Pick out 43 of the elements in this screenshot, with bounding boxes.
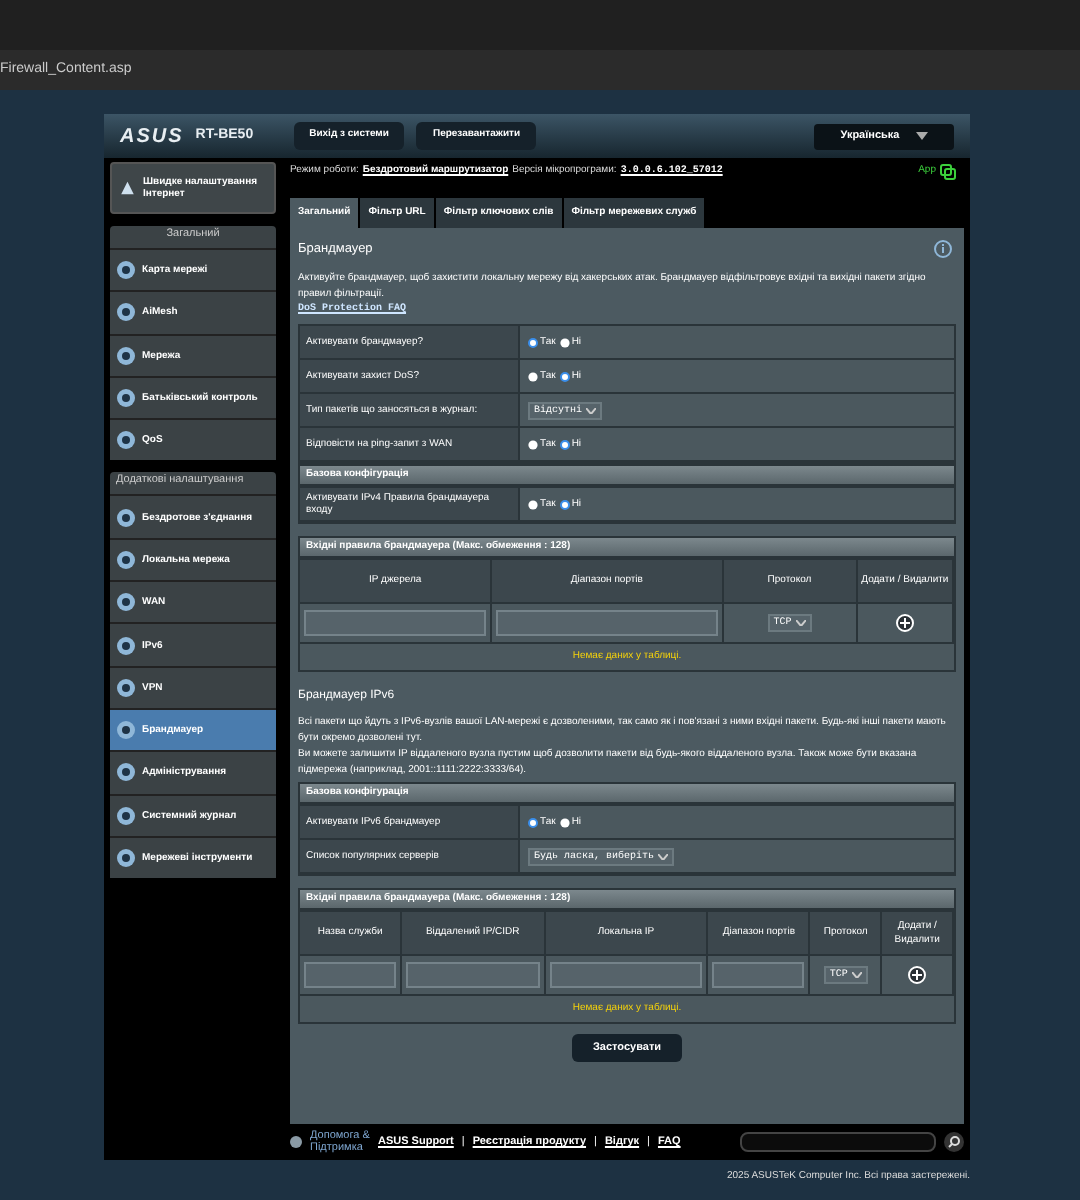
input-field[interactable] — [549, 962, 703, 989]
menu-icon — [116, 762, 136, 783]
logo: ASUS — [120, 123, 184, 151]
menu-icon — [116, 592, 136, 613]
input-field[interactable] — [406, 962, 540, 989]
search-field[interactable] — [740, 1132, 936, 1152]
menu-icon — [116, 635, 136, 656]
menu-icon — [116, 848, 136, 868]
radio-button[interactable] — [528, 499, 538, 510]
radio-button[interactable] — [559, 499, 570, 510]
radio-button[interactable] — [528, 337, 538, 348]
menu-icon — [116, 720, 136, 741]
menu-icon — [116, 805, 136, 826]
caret-icon — [658, 853, 669, 860]
menu-icon — [116, 549, 136, 570]
radio-button[interactable] — [559, 439, 570, 450]
menu-icon — [116, 430, 136, 451]
input-field[interactable] — [712, 962, 805, 989]
menu-icon — [116, 677, 136, 698]
app-icon — [940, 164, 956, 180]
input-field[interactable] — [496, 610, 718, 637]
radio-button[interactable] — [528, 439, 538, 450]
caret-icon — [851, 972, 862, 979]
radio-button[interactable] — [528, 371, 538, 382]
radio-button[interactable] — [559, 337, 570, 348]
input-field[interactable] — [304, 610, 487, 637]
caret-icon — [586, 407, 597, 414]
radio-button[interactable] — [559, 371, 570, 382]
menu-icon — [116, 507, 136, 528]
add-button[interactable] — [908, 966, 927, 985]
caret-icon — [915, 132, 928, 140]
radio-button[interactable] — [528, 817, 538, 828]
menu-icon — [116, 260, 136, 281]
info-icon — [934, 240, 952, 259]
menu-icon — [116, 302, 136, 323]
menu-icon — [116, 345, 136, 366]
input-field[interactable] — [304, 962, 397, 989]
add-button[interactable] — [895, 614, 914, 633]
search-button[interactable] — [944, 1132, 964, 1152]
menu-icon — [116, 388, 136, 409]
search-icon — [948, 1136, 960, 1148]
caret-icon — [795, 620, 806, 627]
radio-button[interactable] — [559, 817, 570, 828]
